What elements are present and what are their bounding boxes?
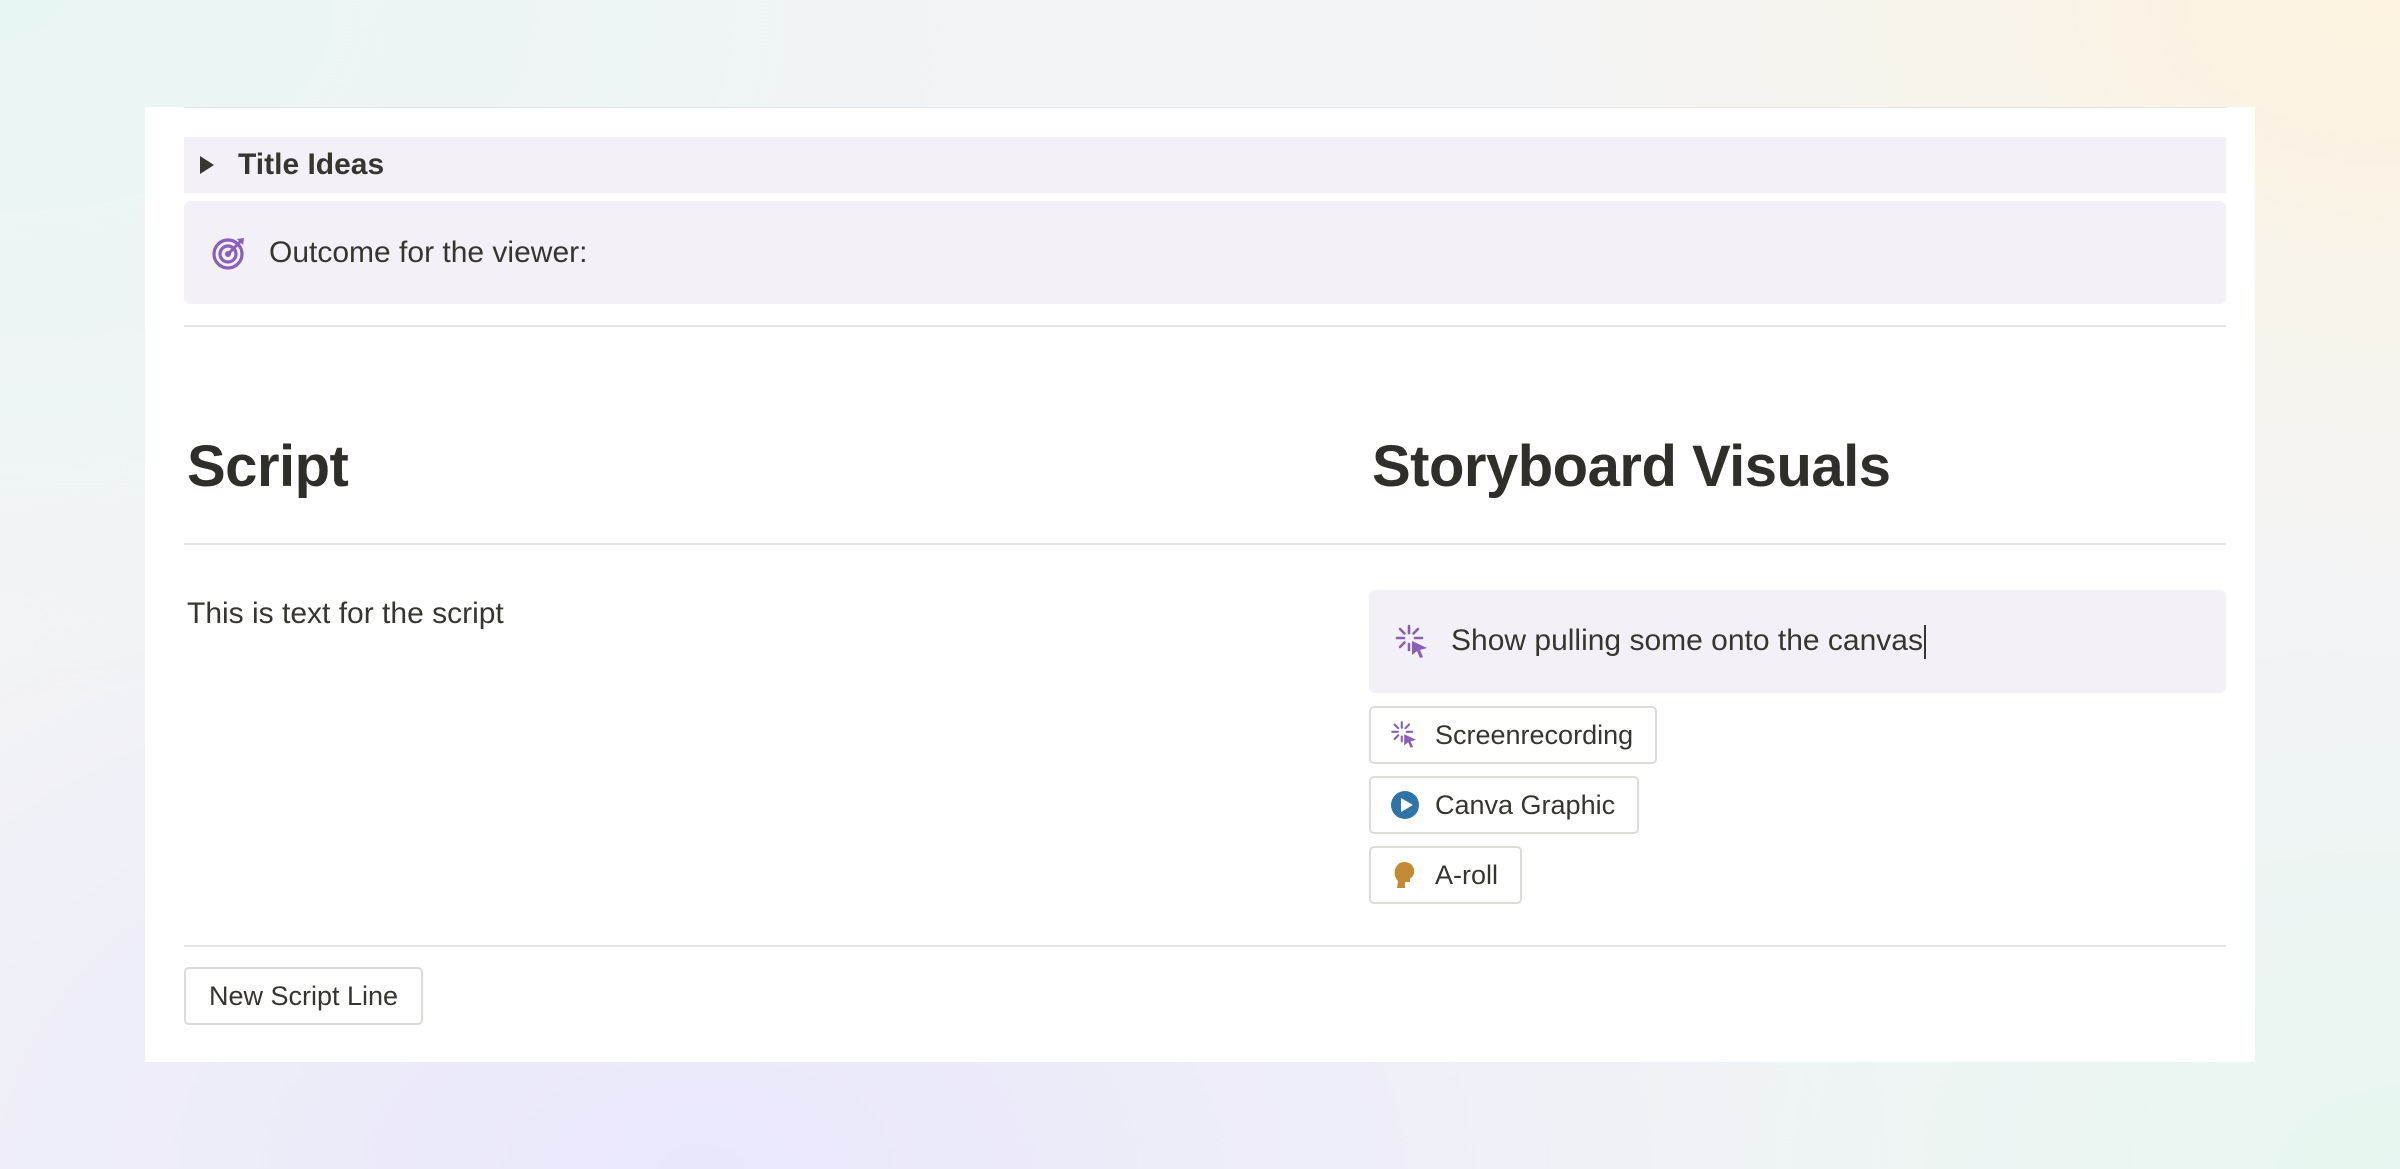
toggle-title: Title Ideas xyxy=(238,148,385,181)
title-ideas-toggle[interactable]: Title Ideas xyxy=(184,137,2226,193)
outcome-callout[interactable]: Outcome for the viewer: xyxy=(184,201,2226,304)
new-script-line-button[interactable]: New Script Line xyxy=(184,967,423,1025)
toggle-arrow-icon[interactable] xyxy=(200,156,214,174)
tag-label: A-roll xyxy=(1435,859,1499,890)
person-head-icon xyxy=(1394,862,1415,888)
visual-callout[interactable]: Show pulling some onto the canvas xyxy=(1369,590,2226,693)
script-heading: Script xyxy=(187,434,349,499)
divider xyxy=(184,945,2226,947)
tag-label: Screenrecording xyxy=(1435,719,1634,750)
cursor-click-icon xyxy=(1391,721,1417,748)
page-card: Title Ideas Outcome for the viewer: Scri… xyxy=(145,107,2255,1062)
play-circle-icon xyxy=(1391,791,1419,819)
target-icon xyxy=(212,237,244,270)
callout-text: Outcome for the viewer: xyxy=(269,235,588,269)
divider xyxy=(184,325,2226,327)
tag-canva-graphic[interactable]: Canva Graphic xyxy=(1369,776,1640,834)
tag-label: Canva Graphic xyxy=(1435,789,1616,820)
storyboard-visuals-heading: Storyboard Visuals xyxy=(1372,434,1891,499)
cursor-click-icon xyxy=(1395,624,1427,658)
text-caret xyxy=(1923,625,1926,660)
tag-a-roll[interactable]: A-roll xyxy=(1369,846,1523,904)
script-line-text[interactable]: This is text for the script xyxy=(187,597,504,631)
divider xyxy=(184,543,2226,545)
divider xyxy=(184,107,2226,108)
visual-callout-text[interactable]: Show pulling some onto the canvas xyxy=(1451,624,1923,657)
tag-screenrecording[interactable]: Screenrecording xyxy=(1369,706,1658,764)
